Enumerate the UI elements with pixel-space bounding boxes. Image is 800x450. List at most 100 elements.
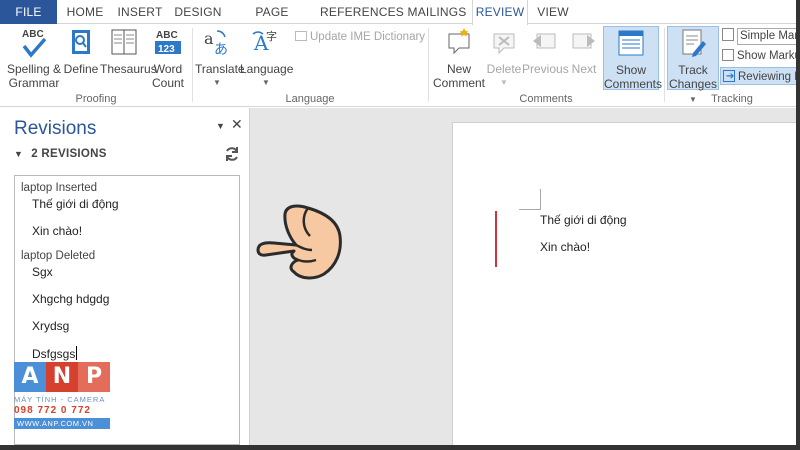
close-icon[interactable]: ✕ (231, 116, 243, 133)
thesaurus-label: Thesaurus (100, 62, 157, 76)
logo-tagline: MÁY TÍNH - CAMERA (14, 395, 106, 404)
next-comment-button[interactable]: Next (568, 26, 600, 76)
tab-mailings[interactable]: MAILINGS (406, 0, 468, 24)
revisions-pane-title: Revisions (14, 118, 97, 139)
revision-text[interactable]: Xhgchg hdgdg (32, 292, 109, 306)
text-caret (76, 346, 78, 360)
thesaurus-button[interactable]: Thesaurus (100, 26, 157, 76)
revision-author-line[interactable]: laptop Inserted (21, 182, 97, 194)
revision-text[interactable]: Sgx (32, 265, 53, 279)
translate-icon: a あ (204, 29, 228, 58)
logo-letter: A (14, 362, 46, 392)
update-ime-dictionary-button[interactable]: Update IME Dictionary (295, 28, 425, 46)
new-comment-button[interactable]: New Comment (432, 26, 486, 90)
word-count-label-line2: Count (151, 76, 185, 90)
revision-text[interactable]: Xin chào! (32, 224, 82, 238)
show-comments-icon (618, 30, 644, 56)
document-text-line[interactable]: Thế giới di động (540, 213, 627, 227)
delete-comment-button[interactable]: Delete ▼ (486, 26, 522, 90)
tab-review[interactable]: REVIEW (472, 0, 528, 25)
markup-select-label: Simple Mar (737, 28, 800, 45)
language-group-label: Language (285, 93, 335, 105)
show-markup-button[interactable]: Show Marku (722, 47, 800, 65)
revision-count-header[interactable]: ▼ 2 REVISIONS (14, 148, 107, 160)
refresh-icon[interactable] (224, 146, 240, 162)
tab-references[interactable]: REFERENCES (320, 0, 404, 24)
logo-letters: A N P (14, 362, 110, 392)
svg-text:123: 123 (158, 44, 175, 55)
document-page[interactable]: Thế giới di động Xin chào! (452, 122, 800, 445)
chevron-down-icon: ▼ (213, 78, 221, 87)
markup-icon (722, 28, 734, 41)
word-count-button[interactable]: ABC 123 Word Count (150, 26, 186, 90)
logo-website: WWW.ANP.COM.VN (14, 418, 110, 429)
ribbon: ABC Spelling & Grammar Define Thesaurus … (0, 24, 800, 107)
tab-insert[interactable]: INSERT (114, 0, 166, 24)
abc-123-icon: ABC 123 (155, 30, 181, 55)
tracking-group-label: Tracking (711, 93, 753, 105)
tab-home[interactable]: HOME (60, 0, 110, 24)
define-label: Define (63, 62, 99, 76)
revision-text[interactable]: Xrydsg (32, 319, 69, 333)
word-count-label-line1: Word (153, 62, 183, 76)
revision-text-with-caret[interactable]: Dsfgsgs (32, 346, 78, 361)
pane-options-chevron-icon[interactable]: ▼ (216, 121, 225, 131)
proofing-group-label: Proofing (75, 93, 117, 105)
abc-check-icon: ABC (22, 29, 47, 58)
svg-text:ABC: ABC (22, 29, 44, 40)
revision-text[interactable]: Dsfgsgs (32, 347, 75, 361)
ime-dictionary-icon (295, 31, 307, 41)
spelling-grammar-button[interactable]: ABC Spelling & Grammar (6, 26, 62, 90)
new-comment-label-line1: New (446, 62, 471, 76)
revision-author-line[interactable]: laptop Deleted (21, 250, 95, 262)
thesaurus-icon (111, 29, 137, 55)
screen-frame-bottom (0, 445, 800, 450)
work-area: Revisions ▼ ✕ ▼ 2 REVISIONS laptop Insert… (0, 108, 800, 445)
translate-button[interactable]: a あ Translate ▼ (195, 26, 245, 90)
change-bar (495, 211, 497, 267)
tab-design[interactable]: DESIGN (172, 0, 224, 24)
previous-comment-icon (533, 33, 556, 49)
svg-text:あ: あ (214, 42, 228, 58)
language-button[interactable]: A 字 Language ▼ (240, 26, 294, 90)
group-divider (192, 28, 193, 102)
spelling-label-line2: Grammar (8, 76, 60, 90)
previous-label: Previous (522, 62, 569, 76)
tab-page-layout[interactable]: PAGE LAYOUT (230, 0, 314, 44)
language-label: Language (240, 62, 294, 76)
tab-file[interactable]: FILE (0, 0, 57, 24)
new-comment-icon (448, 28, 470, 55)
logo-phone: 098 772 0 772 (14, 405, 91, 416)
book-search-icon (72, 30, 90, 54)
margin-crop-mark (540, 189, 541, 210)
define-button[interactable]: Define (62, 26, 100, 76)
document-text-line[interactable]: Xin chào! (540, 240, 590, 254)
chevron-down-icon: ▼ (500, 78, 508, 87)
show-markup-label: Show Marku (737, 50, 800, 62)
display-for-review-select[interactable]: Simple Mar (722, 27, 800, 45)
previous-comment-button[interactable]: Previous (522, 26, 569, 76)
collapse-chevron-icon: ▼ (14, 149, 24, 159)
reviewing-pane-label: Reviewing P (738, 71, 800, 83)
track-changes-button[interactable]: Track Changes ▼ (667, 26, 719, 104)
revision-count-label: 2 REVISIONS (31, 148, 107, 160)
tab-view[interactable]: VIEW (532, 0, 574, 24)
translate-label: Translate (195, 62, 245, 76)
language-icon: A 字 (252, 29, 277, 55)
show-markup-icon (722, 49, 734, 61)
delete-comment-icon (493, 33, 515, 55)
next-label: Next (571, 62, 597, 76)
revision-text[interactable]: Thế giới di động (32, 197, 119, 211)
chevron-down-icon: ▼ (262, 78, 270, 87)
logo-letter: N (46, 362, 78, 392)
anp-logo: A N P MÁY TÍNH - CAMERA 098 772 0 772 WW… (14, 362, 110, 429)
comments-group-label: Comments (519, 93, 573, 105)
new-comment-label-line2: Comment (432, 76, 485, 90)
show-comments-button[interactable]: Show Comments (603, 26, 662, 91)
reviewing-pane-button[interactable]: ➔ Reviewing P (720, 67, 800, 85)
ribbon-tab-bar: FILE HOME INSERT DESIGN PAGE LAYOUT REFE… (0, 0, 800, 44)
spelling-label-line1: Spelling & (6, 62, 62, 76)
svg-text:字: 字 (266, 29, 277, 43)
margin-crop-mark (519, 209, 541, 210)
delete-label: Delete (486, 62, 522, 76)
